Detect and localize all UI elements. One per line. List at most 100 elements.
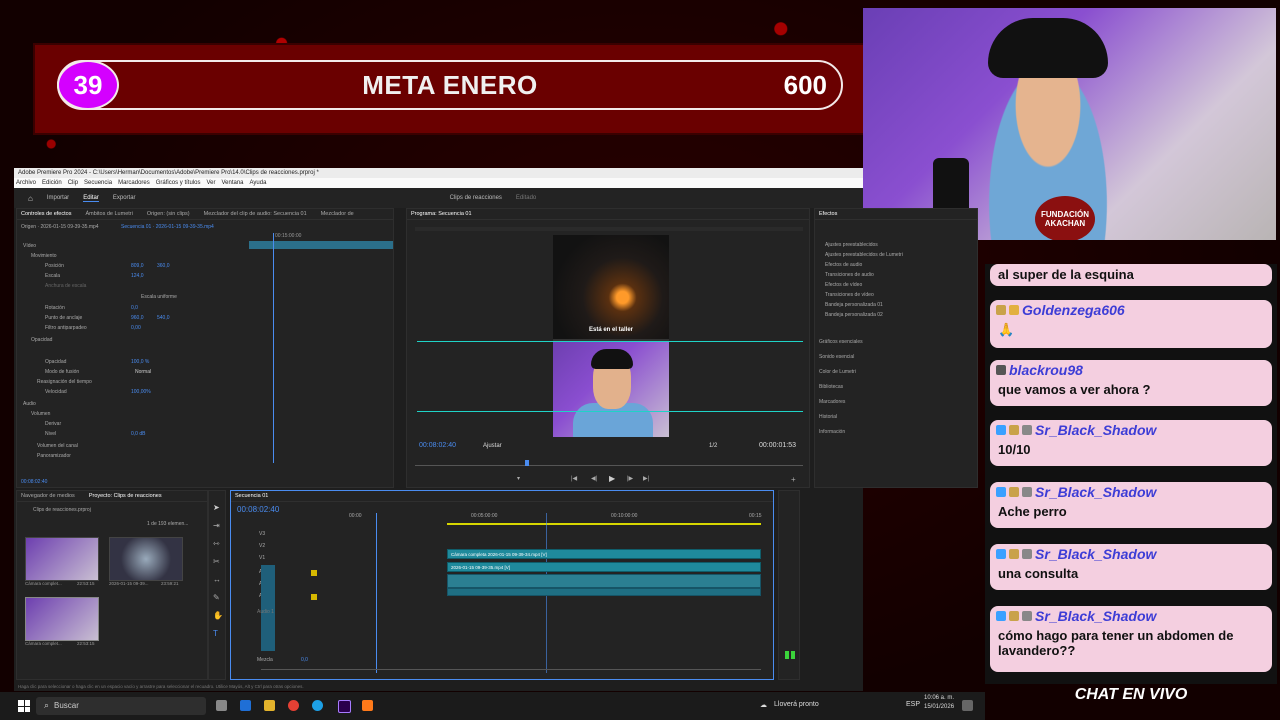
solo-button[interactable] [311, 594, 317, 600]
edge-icon[interactable] [312, 700, 323, 711]
vlc-icon[interactable] [362, 700, 373, 711]
tab-project[interactable]: Proyecto: Clips de reacciones [89, 491, 162, 501]
track-label[interactable]: V2 [259, 543, 265, 549]
effects-section[interactable]: Sonido esencial [819, 354, 854, 360]
level-value[interactable]: 0,0 dB [131, 431, 145, 437]
timeline-scrollbar[interactable] [261, 669, 761, 670]
effect-folder[interactable]: Transiciones de audio [825, 272, 874, 278]
task-view-icon[interactable] [216, 700, 227, 711]
marker-icon[interactable]: ▾ [517, 475, 520, 482]
home-icon[interactable]: ⌂ [28, 194, 33, 203]
ec-playhead[interactable] [273, 233, 274, 463]
tab-media-browser[interactable]: Navegador de medios [21, 491, 75, 501]
effects-section[interactable]: Color de Lumetri [819, 369, 856, 375]
resolution-select[interactable]: 1/2 [709, 443, 717, 449]
clip-v1[interactable]: 2026-01-15 09-39-35.mp4 [V] [447, 562, 761, 572]
fit-select[interactable]: Ajustar [483, 443, 502, 449]
step-back-icon[interactable]: ◀| [591, 475, 597, 482]
speed-value[interactable]: 100,00% [131, 389, 151, 395]
uniform-scale-checkbox[interactable]: Escala uniforme [141, 294, 177, 300]
position-y[interactable]: 360,0 [157, 263, 170, 269]
rotation-value[interactable]: 0,0 [131, 305, 138, 311]
program-scrubber[interactable] [415, 465, 803, 466]
effects-tab[interactable]: Efectos [815, 209, 977, 220]
antiflicker-value[interactable]: 0,00 [131, 325, 141, 331]
effect-folder[interactable]: Ajustes preestablecidos de Lumetri [825, 252, 903, 258]
tab-lumetri[interactable]: Ámbitos de Lumetri [85, 209, 132, 219]
slip-tool-icon[interactable]: ↔ [213, 575, 221, 584]
ec-row-label[interactable]: Movimiento [31, 253, 57, 259]
program-playhead[interactable] [525, 460, 529, 466]
effect-folder[interactable]: Transiciones de vídeo [825, 292, 874, 298]
effects-section[interactable]: Marcadores [819, 399, 845, 405]
weather-text[interactable]: Lloverá pronto [774, 701, 819, 708]
menu-item[interactable]: Ventana [221, 178, 243, 188]
menu-item[interactable]: Clip [68, 178, 78, 188]
tab-mixer[interactable]: Mezclador de [321, 209, 354, 219]
tab-audio-mixer[interactable]: Mezclador del clip de audio: Secuencia 0… [204, 209, 307, 219]
timeline-current-timecode[interactable]: 00:08:02:40 [237, 505, 279, 514]
photoshop-icon[interactable] [240, 700, 251, 711]
clock-date[interactable]: 15/01/2026 [924, 704, 954, 710]
project-thumbnail[interactable] [109, 537, 183, 581]
work-area-bar[interactable] [447, 523, 761, 525]
step-forward-icon[interactable]: |▶ [627, 475, 633, 482]
scale-value[interactable]: 124,0 [131, 273, 144, 279]
clip-audio-a2[interactable] [447, 588, 761, 596]
notifications-icon[interactable] [962, 700, 973, 711]
menu-item[interactable]: Archivo [16, 178, 36, 188]
timeline-tab[interactable]: Secuencia 01 [231, 491, 773, 502]
pen-tool-icon[interactable]: ✎ [213, 593, 220, 602]
opacity-value[interactable]: 100,0 % [131, 359, 149, 365]
type-tool-icon[interactable]: T [213, 629, 218, 638]
go-to-in-icon[interactable]: |◀ [571, 475, 577, 482]
add-button-icon[interactable]: + [791, 475, 796, 484]
track-label[interactable]: V3 [259, 531, 265, 537]
play-icon[interactable]: ▶ [609, 474, 615, 483]
ec-row-label[interactable]: Volumen del canal [37, 443, 78, 449]
menu-item[interactable]: Gráficos y títulos [156, 178, 201, 188]
clip-audio-a1[interactable] [447, 574, 761, 588]
razor-tool-icon[interactable]: ✂ [213, 557, 220, 566]
language-indicator[interactable]: ESP [906, 701, 920, 708]
anchor-y[interactable]: 540,0 [157, 315, 170, 321]
clip-v2[interactable]: Cámara completa 2026-01-15 09-39-34.mp4 … [447, 549, 761, 559]
track-label[interactable]: V1 [259, 555, 265, 561]
effects-section[interactable]: Bibliotecas [819, 384, 843, 390]
chrome-icon[interactable] [288, 700, 299, 711]
effect-folder[interactable]: Ajustes preestablecidos [825, 242, 878, 248]
track-select-icon[interactable]: ⇥ [213, 521, 220, 530]
windows-start-icon[interactable] [18, 700, 30, 712]
file-explorer-icon[interactable] [264, 700, 275, 711]
premiere-icon[interactable] [338, 700, 351, 713]
tab-effect-controls[interactable]: Controles de efectos [21, 209, 71, 219]
program-tab[interactable]: Programa: Secuencia 01 [407, 209, 809, 220]
tab-source[interactable]: Origen: (sin clips) [147, 209, 190, 219]
project-thumbnail-selected[interactable] [25, 597, 99, 641]
program-frame[interactable]: Está en el taller [553, 235, 669, 437]
ec-row-label[interactable]: Opacidad [31, 337, 52, 343]
effects-section[interactable]: Información [819, 429, 845, 435]
selection-tool-icon[interactable]: ➤ [213, 503, 220, 512]
ec-row-label[interactable]: Volumen [31, 411, 50, 417]
project-thumbnail[interactable] [25, 537, 99, 581]
menu-item[interactable]: Secuencia [84, 178, 112, 188]
go-to-out-icon[interactable]: ▶| [643, 475, 649, 482]
effects-section[interactable]: Gráficos esenciales [819, 339, 863, 345]
hand-tool-icon[interactable]: ✋ [213, 611, 223, 620]
mute-button[interactable] [311, 570, 317, 576]
timeline-playhead[interactable] [376, 513, 377, 673]
ec-row-label[interactable]: Panoramizador [37, 453, 71, 459]
ripple-tool-icon[interactable]: ⇿ [213, 539, 220, 548]
program-current-timecode[interactable]: 00:08:02:40 [419, 442, 456, 449]
blend-mode-select[interactable]: Normal [135, 369, 151, 375]
tab-importar[interactable]: Importar [47, 195, 69, 201]
menu-item[interactable]: Marcadores [118, 178, 150, 188]
clock-time[interactable]: 10:06 a. m. [924, 695, 954, 701]
mix-value[interactable]: 0,0 [301, 657, 308, 663]
menu-item[interactable]: Ayuda [250, 178, 267, 188]
anchor-x[interactable]: 960,0 [131, 315, 144, 321]
menu-item[interactable]: Ver [206, 178, 215, 188]
tab-exportar[interactable]: Exportar [113, 195, 136, 201]
effect-folder[interactable]: Bandeja personalizada 02 [825, 312, 883, 318]
